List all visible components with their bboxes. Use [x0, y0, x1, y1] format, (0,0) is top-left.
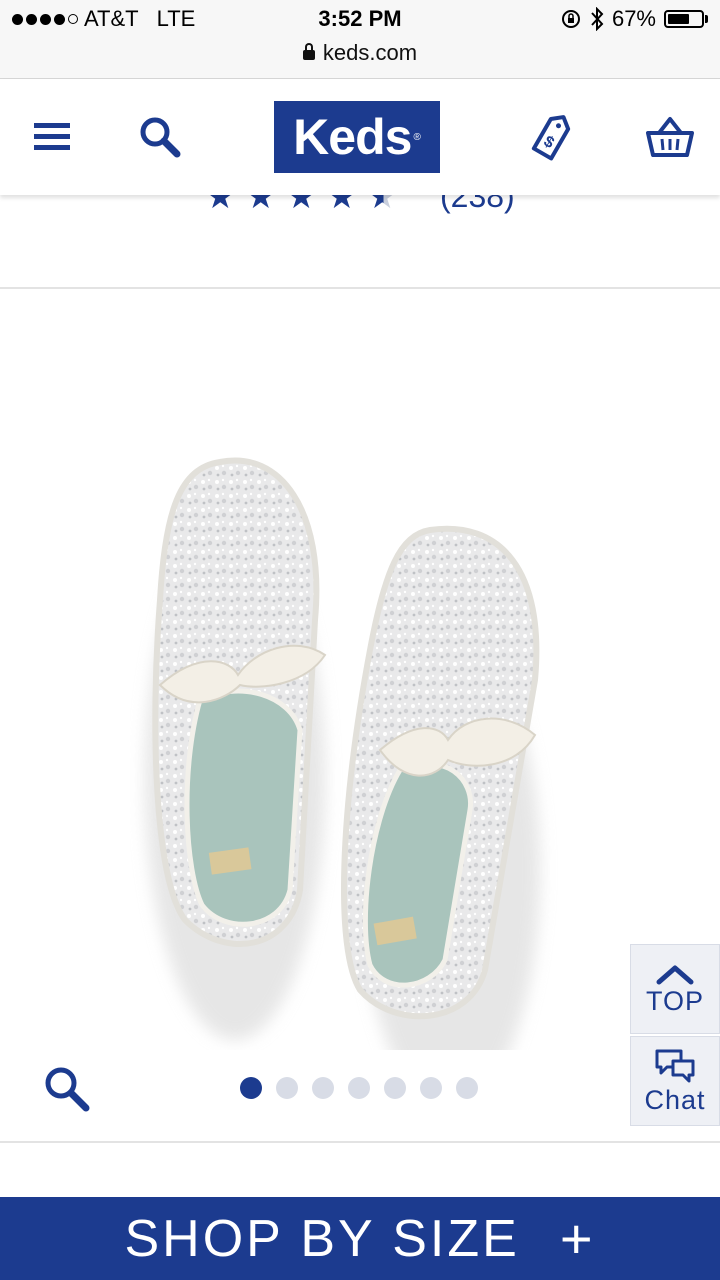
menu-icon [34, 123, 70, 150]
status-bar: AT&T LTE 3:52 PM 67% keds.com [0, 0, 720, 79]
carousel-dot[interactable] [276, 1077, 298, 1099]
battery-percent: 67% [611, 6, 656, 31]
search-icon [140, 117, 181, 158]
deals-button[interactable]: $ [524, 109, 580, 165]
price-tag-icon: $ [531, 115, 571, 161]
top-label: TOP [645, 985, 704, 1016]
search-button[interactable] [132, 109, 188, 165]
status-icons: 67% [560, 6, 708, 32]
address-bar[interactable]: keds.com [0, 40, 720, 66]
keds-logo[interactable]: Keds ® [274, 101, 440, 173]
expand-icon: + [559, 1207, 596, 1270]
shop-by-size-accordion[interactable]: SHOP BY SIZE + [0, 1197, 720, 1280]
logo-text: Keds [293, 109, 412, 165]
shop-by-size-label: SHOP BY SIZE [124, 1209, 520, 1268]
carousel-dot[interactable] [384, 1077, 406, 1099]
basket-icon [646, 117, 694, 157]
divider [0, 1141, 720, 1143]
lock-icon [302, 43, 315, 60]
cart-button[interactable] [642, 109, 698, 165]
menu-button[interactable] [24, 109, 80, 165]
divider [0, 287, 720, 289]
carousel-dot[interactable] [348, 1077, 370, 1099]
product-image [145, 457, 540, 1050]
bluetooth-icon [591, 7, 604, 31]
chat-icon [655, 1049, 695, 1082]
chat-label: Chat [644, 1084, 706, 1115]
chat-button[interactable]: Chat [630, 1036, 720, 1126]
carousel-dot[interactable] [420, 1077, 442, 1099]
product-image-gallery[interactable] [0, 290, 720, 1140]
search-icon [45, 1067, 90, 1112]
carousel-dot[interactable] [240, 1077, 262, 1099]
back-to-top-button[interactable]: TOP [630, 944, 720, 1034]
battery-icon [664, 10, 704, 28]
carousel-dot[interactable] [312, 1077, 334, 1099]
rotation-lock-icon [561, 10, 580, 28]
zoom-button[interactable] [42, 1064, 92, 1119]
site-header: Keds ® $ [0, 79, 720, 195]
url-text: keds.com [322, 40, 418, 65]
chevron-up-icon [656, 965, 694, 984]
carousel-dot[interactable] [456, 1077, 478, 1099]
carousel-indicators[interactable] [240, 1077, 478, 1099]
